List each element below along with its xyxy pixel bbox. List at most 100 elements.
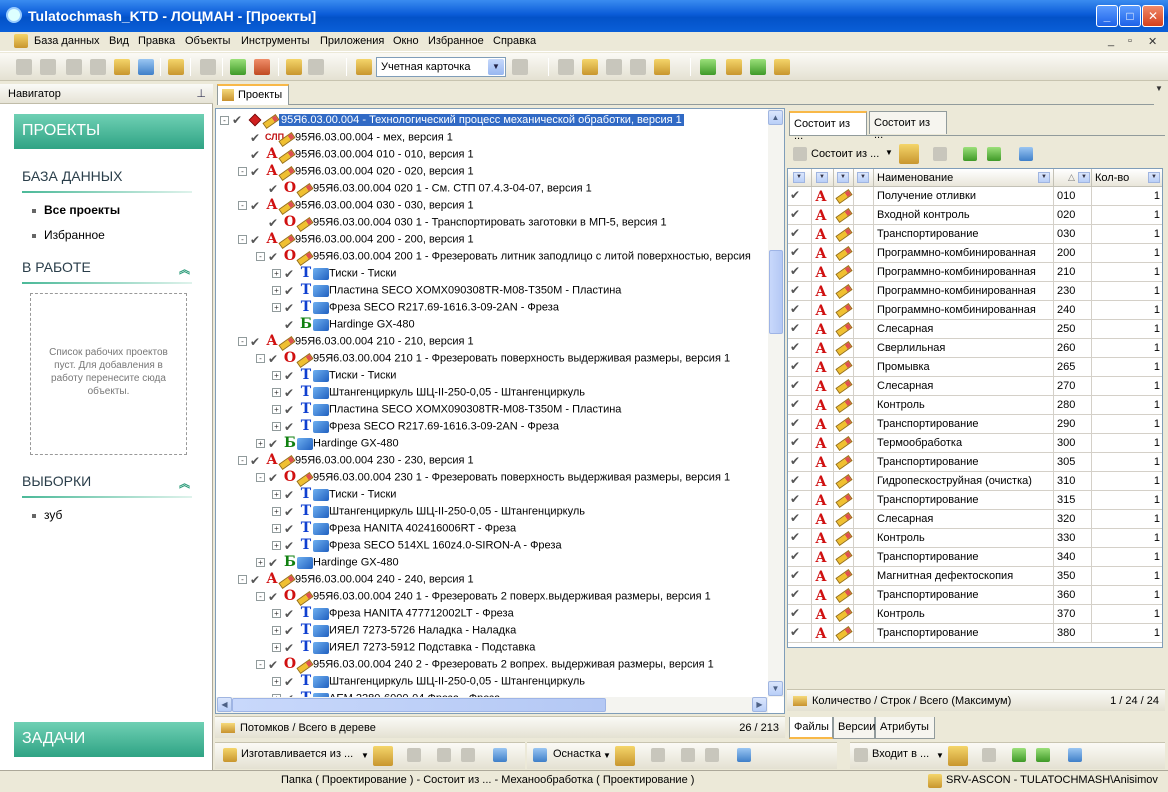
table-row[interactable]: ✔ А Транспортирование 305 1	[788, 453, 1162, 472]
table-row[interactable]: ✔ А Контроль 330 1	[788, 529, 1162, 548]
chevron-down-icon[interactable]: ▼	[361, 751, 369, 760]
expand-node-icon[interactable]: +	[272, 609, 281, 618]
tree-node[interactable]: - ✔ О 95Я6.03.00.004 210 1 - Фрезеровать по…	[256, 350, 730, 367]
menu-database[interactable]: База данных	[34, 35, 100, 47]
columns-icon[interactable]	[651, 748, 665, 762]
tree-node[interactable]: + ✔ Т Штангенциркуль ШЦ-II-250-0,05 - Штанг…	[272, 384, 585, 401]
table-row[interactable]: ✔ А Программно-комбинированная 210 1	[788, 263, 1162, 282]
tree-node[interactable]: + ✔ Т Тиски - Тиски	[272, 265, 396, 282]
collapse-node-icon[interactable]: -	[256, 473, 265, 482]
table-row[interactable]: ✔ А Термообработка 300 1	[788, 434, 1162, 453]
nav-item-favorites[interactable]: Избранное	[32, 228, 105, 242]
close-button[interactable]: ✕	[1142, 5, 1164, 27]
arrange-icon[interactable]	[654, 59, 670, 75]
forward-icon[interactable]	[308, 59, 324, 75]
tree-node[interactable]: + ✔ Т ИЯЕЛ 7273-5912 Подставка - Подставка	[272, 639, 535, 656]
collapse-node-icon[interactable]: -	[256, 660, 265, 669]
table-row[interactable]: ✔ А Сверлильная 260 1	[788, 339, 1162, 358]
structure-edit-icon[interactable]	[987, 147, 1001, 161]
link-icon[interactable]	[700, 59, 716, 75]
table-row[interactable]: ✔ А Транспортирование 030 1	[788, 225, 1162, 244]
expand-node-icon[interactable]: +	[256, 439, 265, 448]
enters-combo[interactable]: Входит в ...	[872, 748, 929, 760]
tree-node[interactable]: ✔ О 95Я6.03.00.004 020 1 - См. СТП 07.4.3-…	[256, 180, 592, 197]
tree-node[interactable]: ✔ О 95Я6.03.00.004 030 1 - Транспортироват…	[256, 214, 667, 231]
scroll-right-icon[interactable]: ▶	[752, 697, 767, 712]
tree-node[interactable]: + ✔ Т Фреза HANITA 402416006RT - Фреза	[272, 520, 516, 537]
collapse-node-icon[interactable]: -	[238, 167, 247, 176]
mdi-restore-button[interactable]: ▫	[1128, 35, 1132, 47]
expand-node-icon[interactable]: +	[272, 405, 281, 414]
col-filter-icon[interactable]: ▼	[793, 172, 805, 183]
structure-icon[interactable]	[963, 147, 977, 161]
table-row[interactable]: ✔ А Транспортирование 360 1	[788, 586, 1162, 605]
expand-node-icon[interactable]: +	[272, 303, 281, 312]
add-item-icon[interactable]	[899, 144, 919, 164]
add-item-icon[interactable]	[948, 746, 968, 766]
table-row[interactable]: ✔ А Слесарная 250 1	[788, 320, 1162, 339]
collapse-in-work-icon[interactable]: ︽	[179, 261, 190, 277]
table-row[interactable]: ✔ А Транспортирование 290 1	[788, 415, 1162, 434]
tree-node[interactable]: + ✔ Т ИЯЕЛ 7273-5726 Наладка - Наладка	[272, 622, 516, 639]
projects-button[interactable]: ПРОЕКТЫ	[14, 114, 204, 149]
collapse-node-icon[interactable]: -	[238, 337, 247, 346]
selection-item-zub[interactable]: зуб	[32, 508, 62, 522]
structure-icon[interactable]	[1012, 748, 1026, 762]
tree-node[interactable]: ✔ Б Hardinge GX-480	[272, 316, 415, 333]
delete-icon[interactable]	[200, 59, 216, 75]
tree-node[interactable]: + ✔ Т Фреза SECO 514XL 160z4.0-SIRON-A - Фр…	[272, 537, 562, 554]
col-qty-header[interactable]: Кол-во ▼	[1092, 169, 1162, 187]
chevron-down-icon[interactable]: ▼	[603, 751, 611, 760]
col-filter-icon[interactable]: ▼	[816, 172, 828, 183]
tooling-combo[interactable]: Оснастка	[553, 748, 601, 760]
tree-vscroll[interactable]: ▲ ▼	[768, 109, 784, 697]
collapse-node-icon[interactable]: -	[220, 115, 229, 125]
tree-vscroll-thumb[interactable]	[769, 250, 783, 334]
report-icon[interactable]	[737, 748, 751, 762]
columns-icon[interactable]	[407, 748, 421, 762]
tree-node[interactable]: + ✔ Т Тиски - Тиски	[272, 486, 396, 503]
tree-node[interactable]: + ✔ Т Тиски - Тиски	[272, 367, 396, 384]
table-row[interactable]: ✔ А Контроль 370 1	[788, 605, 1162, 624]
table-row[interactable]: ✔ А Магнитная дефектоскопия 350 1	[788, 567, 1162, 586]
col-filter-icon[interactable]: ▼	[1148, 172, 1160, 183]
maximize-button[interactable]: □	[1119, 5, 1141, 27]
tree-node[interactable]: + ✔ Т Фреза HANITA 477712002LT - Фреза	[272, 605, 514, 622]
menu-window[interactable]: Окно	[393, 35, 419, 47]
scroll-left-icon[interactable]: ◀	[217, 697, 232, 712]
mdi-minimize-button[interactable]: _	[1108, 35, 1114, 47]
tag-icon[interactable]	[774, 59, 790, 75]
table-row[interactable]: ✔ А Входной контроль 020 1	[788, 206, 1162, 225]
folder-icon[interactable]	[286, 59, 302, 75]
refresh-icon[interactable]	[254, 59, 270, 75]
tree-node[interactable]: + ✔ Т Фреза SECO R217.69-1616.3-09-2AN - Фр…	[272, 299, 559, 316]
tree-hscroll[interactable]: ◀ ▶	[216, 697, 768, 713]
table-row[interactable]: ✔ А Транспортирование 380 1	[788, 624, 1162, 643]
col-num-header[interactable]: △ ▼	[1054, 169, 1092, 187]
collapse-node-icon[interactable]: -	[256, 592, 265, 601]
tab-versions[interactable]: Версии	[833, 717, 875, 739]
cut-icon[interactable]	[558, 59, 574, 75]
expand-node-icon[interactable]: +	[256, 558, 265, 567]
tree-node[interactable]: + ✔ Б Hardinge GX-480	[256, 554, 399, 571]
menu-apps[interactable]: Приложения	[320, 35, 384, 47]
tree-node[interactable]: + ✔ Б Hardinge GX-480	[256, 435, 399, 452]
app-window-icon[interactable]	[750, 59, 766, 75]
table-row[interactable]: ✔ А Слесарная 320 1	[788, 510, 1162, 529]
col-name-header[interactable]: Наименование ▼	[874, 169, 1054, 187]
tree-node[interactable]: + ✔ Т Пластина SECO XOMX090308TR-M08-T350M …	[272, 401, 621, 418]
tree-node[interactable]: - ✔ О 95Я6.03.00.004 240 1 - Фрезеровать 2 …	[256, 588, 711, 605]
tree-node[interactable]: - ✔ О 95Я6.03.00.004 200 1 - Фрезеровать ли…	[256, 248, 751, 265]
table-row[interactable]: ✔ А Гидропескоструйная (очистка) 310 1	[788, 472, 1162, 491]
table-row[interactable]: ✔ А Контроль 280 1	[788, 396, 1162, 415]
tree-node[interactable]: + ✔ Т Штангенциркуль ШЦ-II-250-0,05 - Штанг…	[272, 673, 585, 690]
menu-tools[interactable]: Инструменты	[241, 35, 310, 47]
table-row[interactable]: ✔ А Транспортирование 315 1	[788, 491, 1162, 510]
table-row[interactable]: ✔ А Транспортирование 340 1	[788, 548, 1162, 567]
minimize-button[interactable]: _	[1096, 5, 1118, 27]
tab-consists-of-1[interactable]: Состоит из ...	[789, 111, 867, 142]
report-icon[interactable]	[1019, 147, 1033, 161]
duplicate-icon[interactable]	[90, 59, 106, 75]
scroll-up-icon[interactable]: ▲	[768, 110, 783, 125]
expand-node-icon[interactable]: +	[272, 507, 281, 516]
